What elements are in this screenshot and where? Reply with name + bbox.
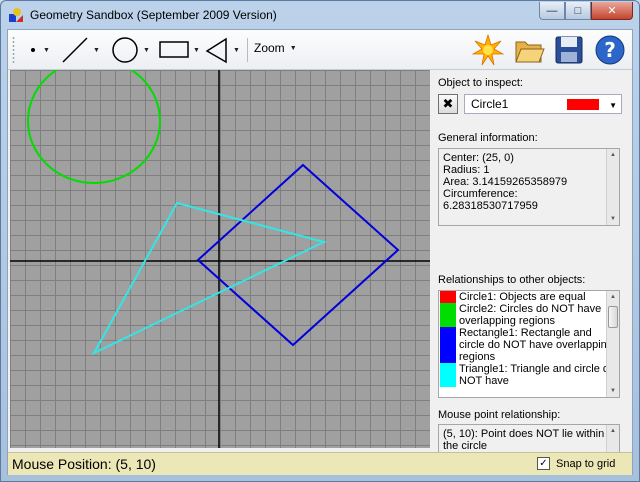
scroll-down-icon[interactable]: ▼ [607,385,619,397]
scroll-up-icon[interactable]: ▲ [607,149,619,161]
list-item[interactable]: Triangle1: Triangle and circle do NOT ha… [439,363,619,387]
relationship-text: Rectangle1: Rectangle and circle do NOT … [459,327,613,363]
snap-to-grid-checkbox[interactable]: ✓ Snap to grid [537,457,615,470]
inspect-label: Object to inspect: [438,77,523,89]
minimize-icon: — [546,4,558,17]
chevron-down-icon[interactable]: ▼ [193,47,200,54]
list-item[interactable]: Circle2: Circles do NOT have overlapping… [439,303,619,327]
general-info-box[interactable]: Center: (25, 0) Radius: 1 Area: 3.141592… [438,148,620,226]
geometry-drawing [10,70,430,448]
title-bar[interactable]: Geometry Sandbox (September 2009 Version… [1,1,639,29]
chevron-down-icon: ▼ [289,44,297,52]
maximize-button[interactable]: □ [565,2,591,20]
triangle-icon [205,37,227,64]
drawing-canvas[interactable] [10,70,430,448]
window-title: Geometry Sandbox (September 2009 Version… [30,8,277,22]
scroll-thumb[interactable] [608,306,618,328]
line-icon [62,37,88,63]
circle-icon [112,37,138,63]
scroll-up-icon[interactable]: ▲ [607,425,619,437]
relationship-text: Triangle1: Triangle and circle do NOT ha… [459,363,616,387]
list-item[interactable]: Circle1: Objects are equal [439,291,619,303]
checkmark-icon[interactable]: ✓ [537,457,550,470]
toolbar: ▼ ▼ ▼ ▼ ▼ Zoom ▼ ? [8,30,632,70]
selected-object-color-swatch [567,99,599,110]
snap-to-grid-label: Snap to grid [556,457,616,470]
list-item[interactable]: Rectangle1: Rectangle and circle do NOT … [439,327,619,363]
triangle-tool-button[interactable]: ▼ [204,36,240,64]
scroll-down-icon[interactable]: ▼ [607,213,619,225]
rectangle-icon [159,41,189,58]
relationship-color-swatch [440,327,456,363]
close-button[interactable]: ✕ [591,2,633,20]
scroll-up-icon[interactable]: ▲ [607,291,619,303]
toolbar-grip[interactable] [12,36,15,64]
inspector-panel: Object to inspect: ✖ Circle1 ▼ General i… [436,70,630,474]
relationships-list[interactable]: Circle1: Objects are equal Circle2: Circ… [438,290,620,398]
app-window: Geometry Sandbox (September 2009 Version… [0,0,640,482]
rectangle-tool-button[interactable]: ▼ [158,36,200,64]
circle-tool-button[interactable]: ▼ [110,36,150,64]
close-icon: ✕ [607,5,617,17]
mouse-relationship-text: (5, 10): Point does NOT lie within the c… [443,428,605,452]
mouse-relationship-label: Mouse point relationship: [438,409,561,421]
chevron-down-icon[interactable]: ▼ [43,47,50,54]
chevron-down-icon[interactable]: ▼ [93,47,100,54]
relationships-scrollbar[interactable]: ▲ ▼ [606,291,619,397]
line-tool-button[interactable]: ▼ [60,36,100,64]
minimize-button[interactable]: — [539,2,565,20]
mouse-position-readout: Mouse Position: (5, 10) [12,456,156,472]
svg-text:?: ? [604,38,616,62]
relationship-text: Circle2: Circles do NOT have overlapping… [459,303,602,327]
maximize-icon: □ [574,4,582,17]
relationship-color-swatch [440,363,456,387]
point-icon [31,48,35,52]
relationship-color-swatch [440,291,456,303]
relationship-text: Circle1: Objects are equal [459,291,586,303]
general-info-scrollbar[interactable]: ▲ ▼ [606,149,619,225]
help-icon[interactable]: ? [594,34,626,66]
delete-object-button[interactable]: ✖ [438,94,458,114]
save-disk-icon[interactable] [553,34,585,66]
client-area: ▼ ▼ ▼ ▼ ▼ Zoom ▼ ? Object to inspect: ✖ … [7,29,633,475]
delete-icon: ✖ [442,96,454,111]
object-dropdown[interactable]: Circle1 ▼ [464,94,622,114]
zoom-button[interactable]: Zoom ▼ [254,41,297,55]
info-line: Radius: 1 [443,164,490,176]
info-line: Area: 3.14159265358979 [443,176,568,188]
zoom-label: Zoom [254,41,285,55]
triangle1-shape[interactable] [91,201,327,356]
relationship-color-swatch [440,303,456,327]
relationships-label: Relationships to other objects: [438,274,586,286]
info-line: Circumference: [443,188,518,200]
info-line: 6.28318530717959 [443,200,538,212]
app-icon [9,8,23,22]
general-info-text: Center: (25, 0) Radius: 1 Area: 3.141592… [443,152,605,212]
object-selector-row: ✖ Circle1 ▼ [438,94,622,114]
open-folder-icon[interactable] [513,34,545,66]
circle2-shape[interactable] [27,70,161,184]
point-tool-button[interactable]: ▼ [26,36,50,64]
chevron-down-icon: ▼ [609,101,617,110]
info-line: Center: (25, 0) [443,152,514,164]
chevron-down-icon[interactable]: ▼ [233,47,240,54]
general-info-label: General information: [438,132,538,144]
selected-object-name: Circle1 [471,97,509,111]
chevron-down-icon[interactable]: ▼ [143,47,150,54]
toolbar-separator [247,38,248,62]
status-bar: Mouse Position: (5, 10) ✓ Snap to grid [8,452,632,475]
new-starburst-icon[interactable] [472,34,504,66]
